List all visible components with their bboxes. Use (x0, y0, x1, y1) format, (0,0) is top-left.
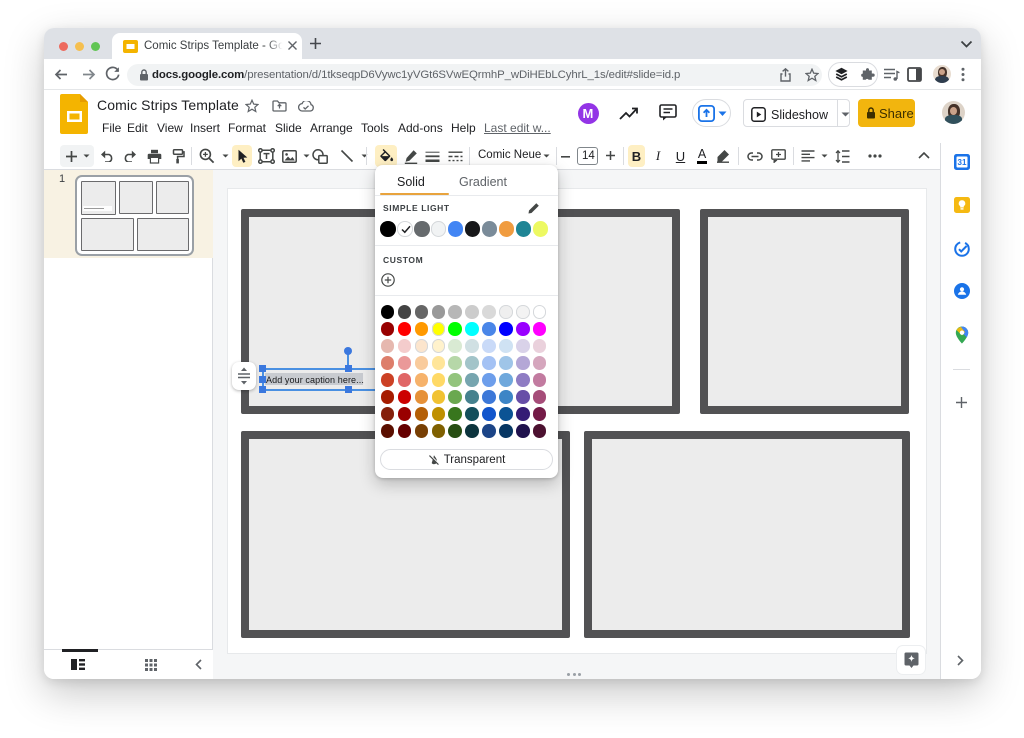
svg-text:31: 31 (958, 158, 967, 167)
